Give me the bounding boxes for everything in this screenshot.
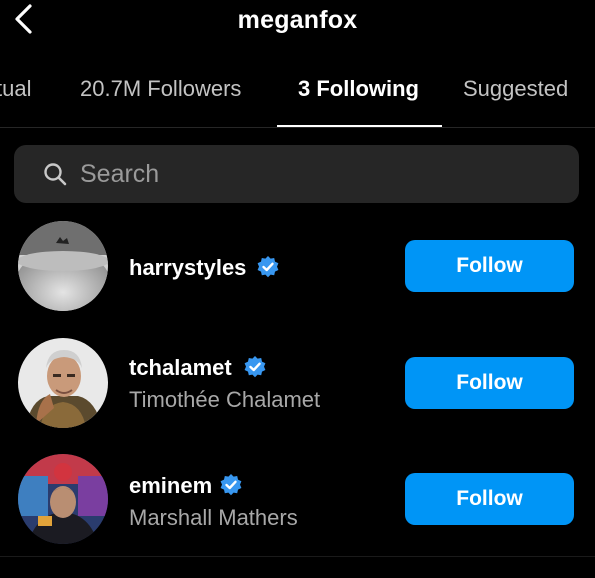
list-item: tchalamet Timothée Chalamet Follow <box>0 334 595 434</box>
verified-badge-icon <box>244 356 266 378</box>
follow-button[interactable]: Follow <box>405 473 574 525</box>
list-item: harrystyles Follow <box>0 218 595 318</box>
full-name: Timothée Chalamet <box>129 387 321 412</box>
tab-following[interactable]: 3 Following <box>298 76 419 102</box>
follow-button[interactable]: Follow <box>405 357 574 409</box>
tab-suggested[interactable]: Suggested <box>463 76 568 102</box>
follow-button[interactable]: Follow <box>405 240 574 292</box>
username[interactable]: tchalamet <box>129 355 232 381</box>
tab-mutual[interactable]: tual <box>0 76 31 102</box>
verified-badge-icon <box>257 256 279 278</box>
list-item: eminem Marshall Mathers Follow <box>0 451 595 551</box>
tab-divider <box>0 127 595 128</box>
tab-followers[interactable]: 20.7M Followers <box>80 76 241 102</box>
full-name: Marshall Mathers <box>129 505 298 530</box>
tab-bar: tual 20.7M Followers 3 Following Suggest… <box>0 62 595 128</box>
page-title: meganfox <box>237 6 358 34</box>
avatar[interactable] <box>18 454 108 544</box>
search-bar[interactable] <box>14 145 579 203</box>
username[interactable]: eminem <box>129 473 212 499</box>
avatar[interactable] <box>18 221 108 311</box>
username[interactable]: harrystyles <box>129 255 246 281</box>
verified-badge-icon <box>220 474 242 496</box>
top-bar: meganfox <box>0 0 595 44</box>
search-input[interactable] <box>80 145 560 203</box>
avatar[interactable] <box>18 338 108 428</box>
search-icon <box>44 163 67 186</box>
divider <box>0 556 595 557</box>
